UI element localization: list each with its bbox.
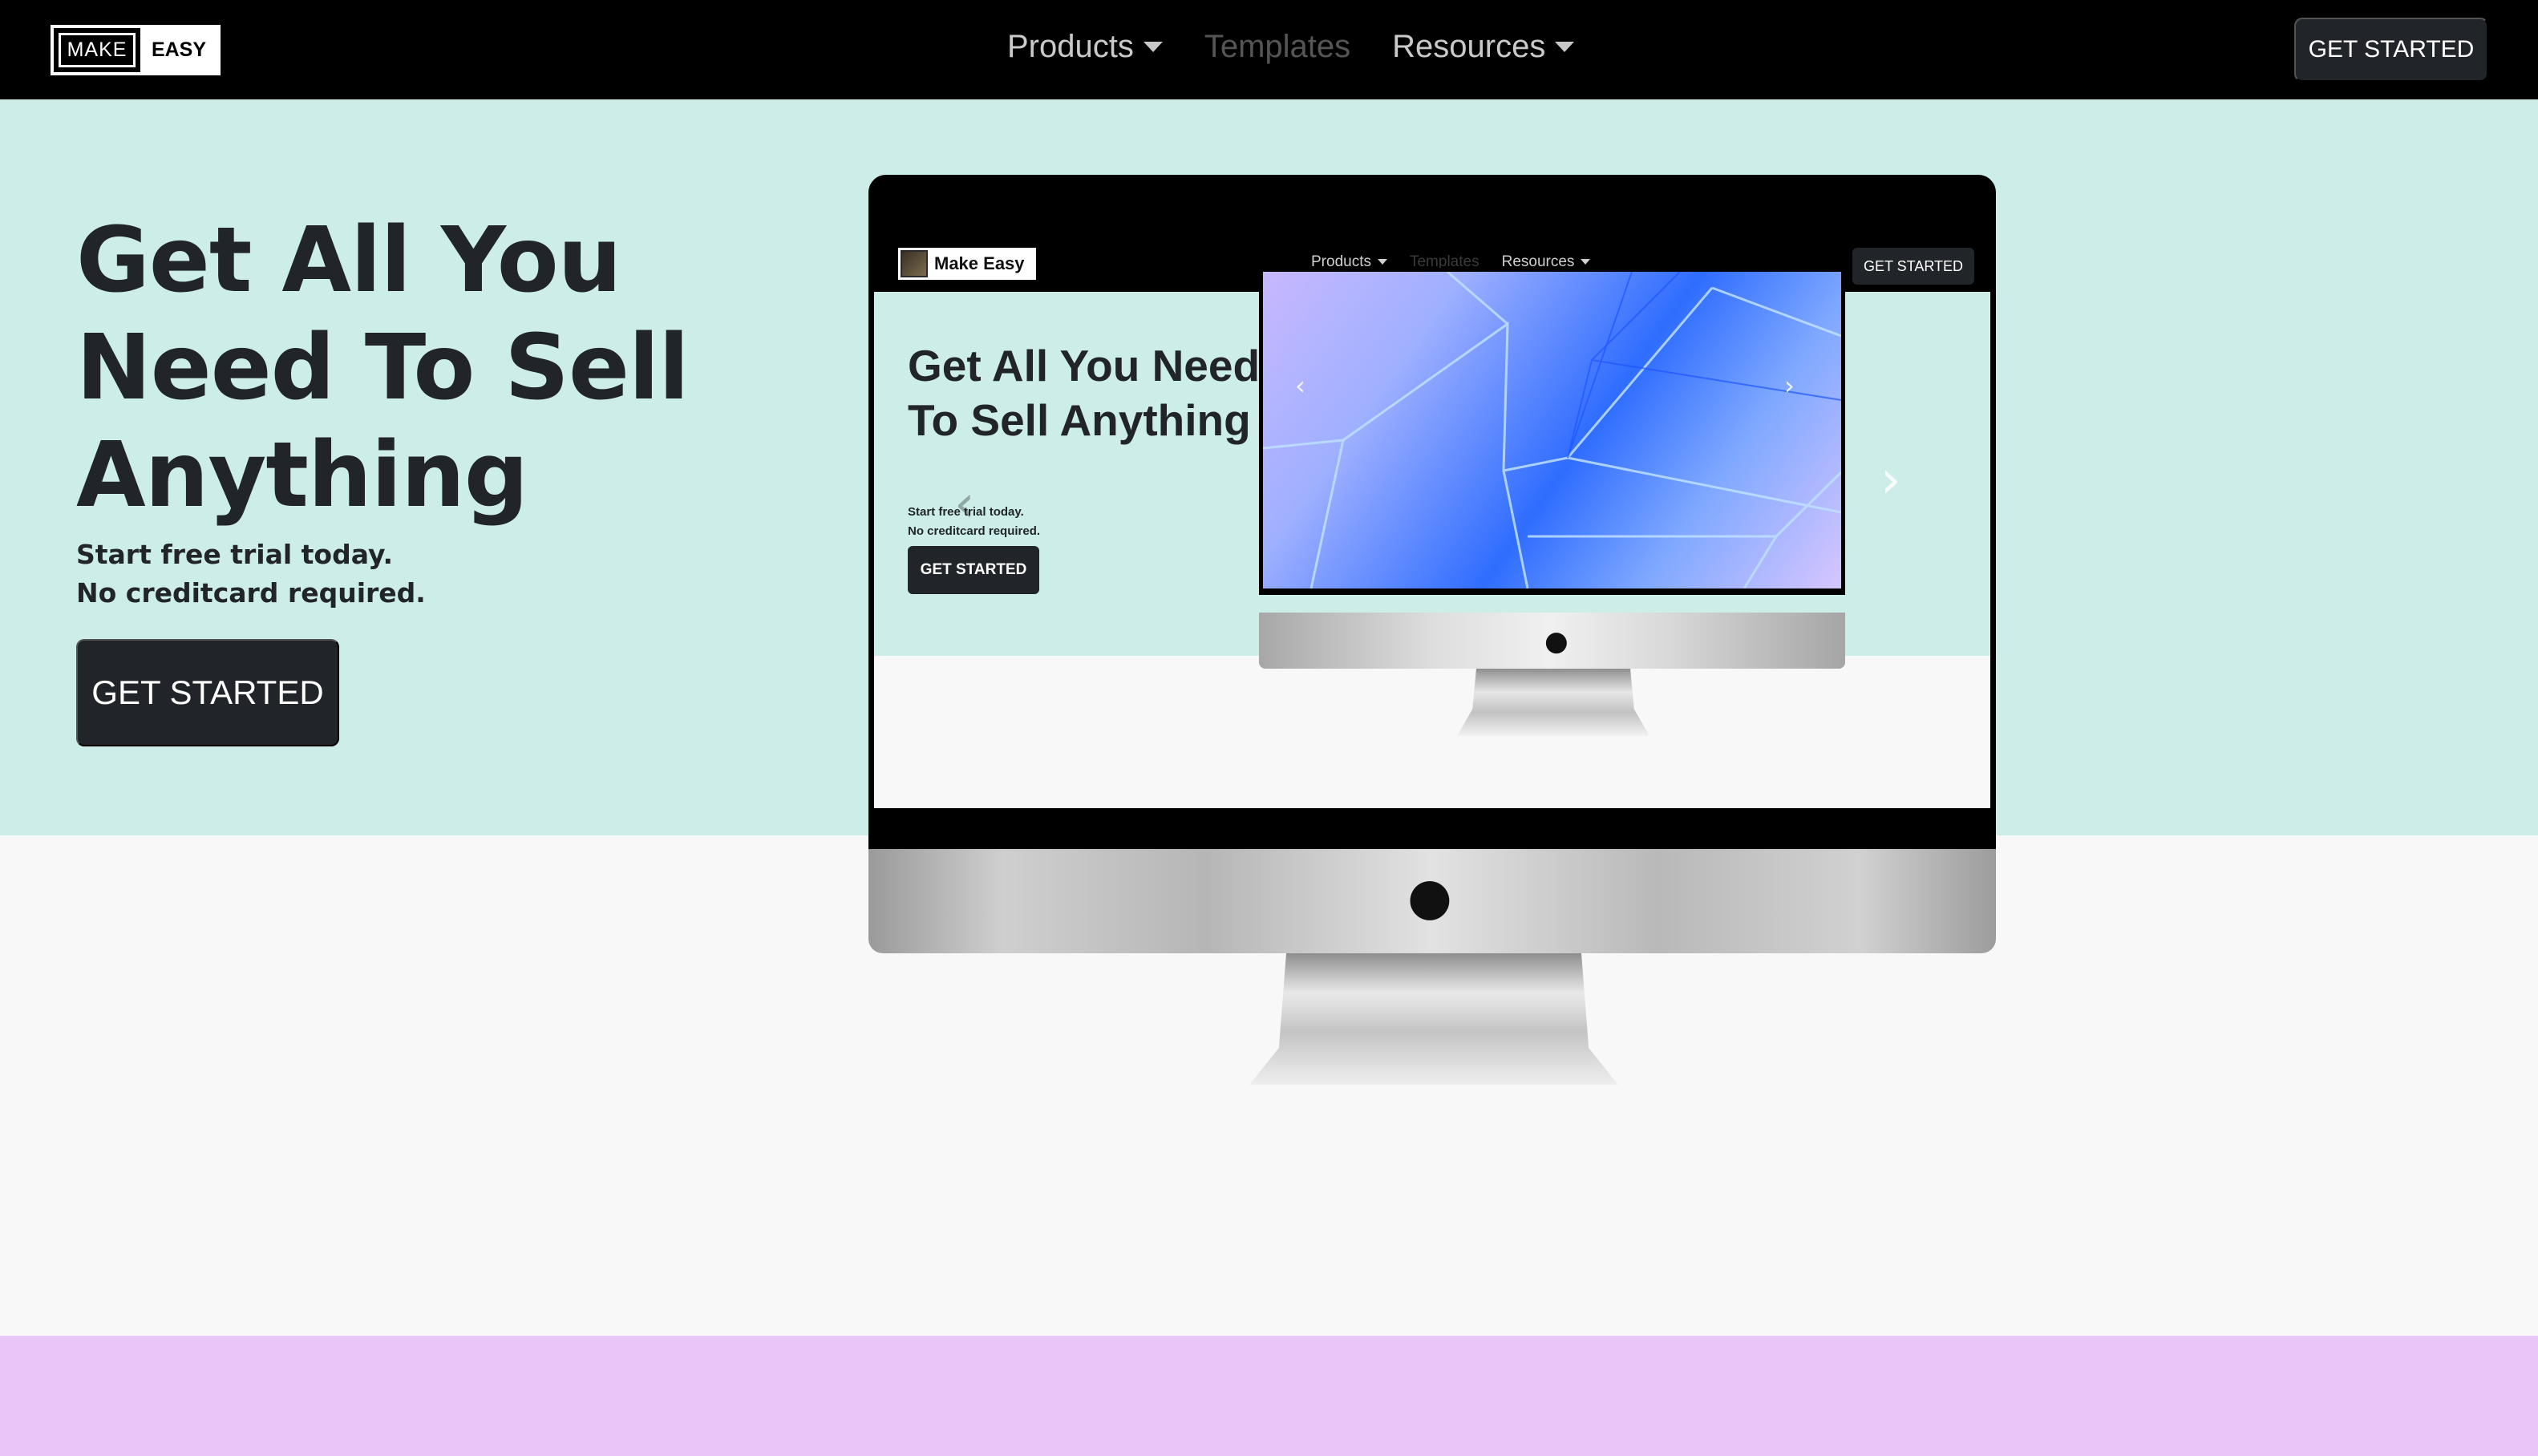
nav-resources[interactable]: Resources — [1392, 29, 1575, 65]
preview-hero-title: Get All You Need To Sell Anything — [908, 341, 1261, 445]
nav-resources-label: Resources — [1392, 29, 1546, 64]
nav-templates[interactable]: Templates — [1204, 29, 1350, 65]
chevron-left-icon: ‹ — [1295, 370, 1305, 401]
apple-logo-icon: ● — [1407, 868, 1452, 927]
caret-down-icon — [1143, 42, 1163, 52]
hero-subtitle-line2: No creditcard required. — [76, 577, 426, 609]
preview-logo-label: Make Easy — [934, 253, 1025, 273]
chevron-right-icon: › — [1880, 451, 1901, 510]
caret-down-icon — [1377, 259, 1387, 265]
preview-logo-image — [901, 250, 928, 277]
top-navbar: MAKE EASY Products Templates Resources G… — [0, 0, 2538, 99]
preview-get-started-button: GET STARTED — [1852, 248, 1974, 285]
chevron-left-icon: ‹ — [954, 475, 975, 534]
preview-logo: Make Easy — [898, 248, 1036, 280]
imac-stand — [1249, 953, 1618, 1085]
imac-screen-preview: Make Easy Products Templates Resources G… — [874, 234, 1990, 808]
caret-down-icon — [1555, 42, 1575, 52]
hero-get-started-button[interactable]: GET STARTED — [76, 639, 339, 746]
chevron-right-icon: › — [1784, 370, 1795, 401]
nav-products-label: Products — [1007, 29, 1134, 64]
apple-logo-icon: ● — [1544, 625, 1569, 657]
nav-get-started-button[interactable]: GET STARTED — [2294, 18, 2488, 82]
nav-products[interactable]: Products — [1007, 29, 1163, 65]
hero-subtitle-line1: Start free trial today. — [76, 539, 394, 570]
preview-imac-stand — [1457, 669, 1649, 736]
hero-subtitle: Start free trial today. No creditcard re… — [76, 536, 426, 613]
logo-make-text: MAKE — [54, 28, 140, 72]
hero-title: Get All You Need To Sell Anything — [76, 208, 690, 528]
next-section-band — [0, 1336, 2538, 1456]
logo-easy-text: EASY — [140, 28, 217, 72]
brand-logo[interactable]: MAKE EASY — [51, 25, 221, 75]
preview-hero-button: GET STARTED — [908, 546, 1039, 594]
nav-templates-label: Templates — [1204, 29, 1351, 64]
wallpaper-pattern — [1263, 272, 1841, 588]
caret-down-icon — [1581, 259, 1591, 265]
preview-imac-wallpaper — [1263, 272, 1841, 588]
main-nav: Products Templates Resources — [1007, 29, 1575, 65]
